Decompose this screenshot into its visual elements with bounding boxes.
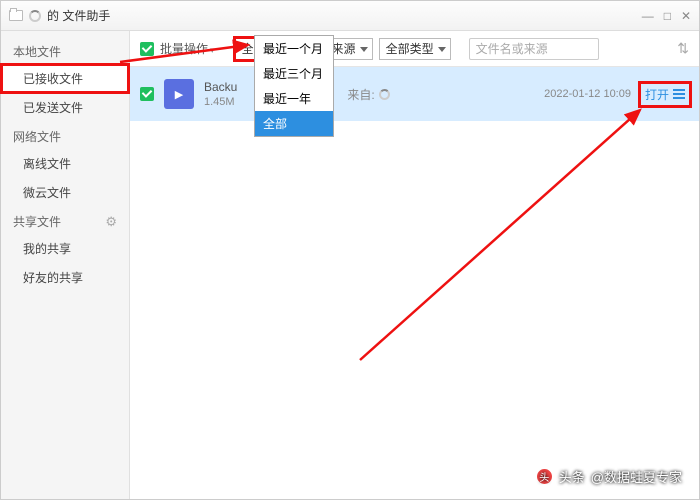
open-button[interactable]: 打开 [641,84,689,105]
folder-icon [9,10,23,21]
maximize-button[interactable]: □ [664,9,671,23]
gear-icon[interactable]: ⚙ [105,214,117,230]
file-from: 来自: [347,86,389,103]
sidebar-item-offline[interactable]: 离线文件 [1,149,129,178]
watermark: 头 头条 @数据蛙夏专家 [536,467,682,486]
sidebar-group-network: 网络文件 [1,122,129,149]
toolbar: 批量操作▾ 全部 全部来源 全部类型 文件名或来源 ⇅ [130,31,699,67]
row-checkbox[interactable] [140,87,154,101]
close-button[interactable]: ✕ [681,9,691,23]
sidebar-item-myshare[interactable]: 我的共享 [1,234,129,263]
menu-item-month[interactable]: 最近一个月 [255,36,333,61]
titlebar: 的 文件助手 — □ ✕ [1,1,699,31]
file-type-icon: ▶ [164,79,194,109]
watermark-badge-icon: 头 [536,468,553,485]
sidebar-item-received[interactable]: 已接收文件 [1,64,129,93]
main-panel: 批量操作▾ 全部 全部来源 全部类型 文件名或来源 ⇅ 最近一个月 最近三个月 … [130,31,699,499]
hamburger-icon [673,89,685,99]
spinner-icon [29,10,41,22]
sidebar-group-local: 本地文件 [1,37,129,64]
time-filter-menu: 最近一个月 最近三个月 最近一年 全部 [254,35,334,137]
search-input[interactable]: 文件名或来源 [469,38,599,60]
watermark-author: @数据蛙夏专家 [591,467,682,486]
batch-action-link[interactable]: 批量操作▾ [160,40,215,57]
minimize-button[interactable]: — [642,9,654,23]
triangle-down-icon [438,47,446,52]
sidebar-group-share: 共享文件 ⚙ [1,207,129,234]
select-all-checkbox[interactable] [140,42,154,56]
menu-item-year[interactable]: 最近一年 [255,86,333,111]
sidebar-item-sent[interactable]: 已发送文件 [1,93,129,122]
file-date: 2022-01-12 10:09 [544,88,631,100]
sidebar: 本地文件 已接收文件 已发送文件 网络文件 离线文件 微云文件 共享文件 ⚙ 我… [1,31,130,499]
menu-item-all[interactable]: 全部 [255,111,333,136]
menu-item-3month[interactable]: 最近三个月 [255,61,333,86]
spinner-icon [379,89,390,100]
type-filter-dropdown[interactable]: 全部类型 [379,38,451,60]
window-controls: — □ ✕ [642,9,691,23]
sort-icon[interactable]: ⇅ [677,40,689,57]
watermark-prefix: 头条 [559,467,585,486]
triangle-down-icon [360,47,368,52]
sidebar-item-friendshare[interactable]: 好友的共享 [1,263,129,292]
caret-down-icon: ▾ [210,45,215,55]
sidebar-item-weiyun[interactable]: 微云文件 [1,178,129,207]
file-row[interactable]: ▶ Backu t 1.45M 来自: 2022-01-12 10:09 打开 [130,67,699,121]
window-title: 的 文件助手 [47,7,110,24]
